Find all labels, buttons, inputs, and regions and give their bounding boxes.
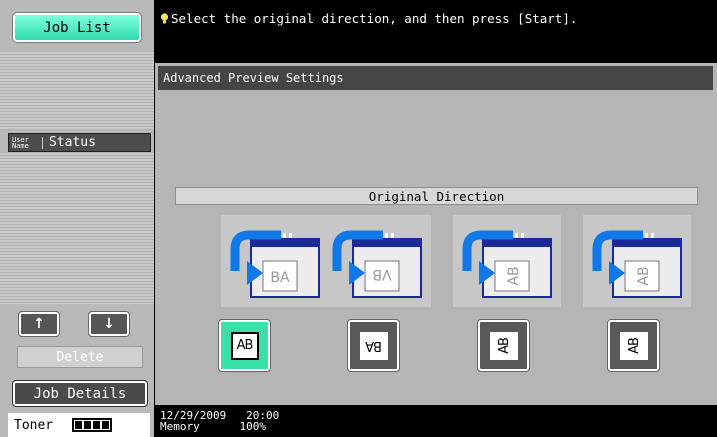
toner-label: Toner — [14, 417, 54, 433]
original-direction-heading: Original Direction — [175, 187, 698, 205]
memory-label: Memory — [160, 420, 200, 433]
direction-letters-tile: AB — [230, 331, 259, 360]
instruction-message: Select the original direction, and then … — [160, 11, 577, 26]
sidebar-stripes-top — [0, 51, 154, 130]
direction-letters-tile: BA — [359, 331, 388, 360]
orientation-icon: VB — [332, 230, 422, 298]
panel-title: Advanced Preview Settings — [158, 66, 713, 90]
lightbulb-icon — [160, 13, 169, 24]
preview-letters: BA — [270, 270, 290, 286]
user-name-column-header: User Name — [9, 136, 43, 149]
direction-option-button-1[interactable]: AB — [218, 319, 271, 372]
direction-option-button-3[interactable]: AB — [477, 319, 530, 372]
preview-letters: AB — [506, 266, 522, 285]
status-column-header: Status — [49, 135, 96, 150]
preview-letters: VB — [372, 266, 391, 282]
scroll-down-button[interactable]: ↓ — [88, 311, 130, 337]
direction-preview-2: VB — [323, 215, 431, 307]
direction-option-button-4[interactable]: AB — [607, 319, 660, 372]
orientation-icon: AB — [462, 230, 552, 298]
job-sidebar: Job List User Name Status ↑ ↓ Delete Job… — [0, 0, 154, 437]
scroll-up-button[interactable]: ↑ — [18, 311, 60, 337]
orientation-icon: AB — [592, 230, 682, 298]
job-list-area — [0, 152, 154, 304]
toner-gauge — [72, 418, 112, 432]
toner-indicator: Toner — [8, 413, 150, 437]
orientation-icon: BA — [230, 230, 320, 298]
job-table-header: User Name Status — [8, 133, 151, 152]
copier-screen: Job List User Name Status ↑ ↓ Delete Job… — [0, 0, 717, 437]
arrow-down-icon: ↓ — [103, 316, 115, 332]
memory-value: 100% — [239, 420, 267, 433]
status-bar: 12/29/2009 20:00 Memory 100% — [160, 410, 279, 432]
direction-preview-4: AB — [583, 215, 691, 307]
instruction-text: Select the original direction, and then … — [171, 11, 578, 26]
direction-preview-3: AB — [453, 215, 561, 307]
job-list-button[interactable]: Job List — [12, 12, 142, 43]
direction-option-button-2[interactable]: BA — [347, 319, 400, 372]
direction-letters-tile: AB — [619, 331, 648, 360]
advanced-preview-panel: Advanced Preview Settings Original Direc… — [155, 63, 717, 405]
arrow-up-icon: ↑ — [33, 316, 45, 332]
direction-letters-tile: AB — [489, 331, 518, 360]
direction-preview-1: BA — [221, 215, 329, 307]
preview-letters: AB — [636, 266, 652, 285]
job-details-button[interactable]: Job Details — [12, 380, 148, 407]
delete-button[interactable]: Delete — [17, 346, 143, 368]
